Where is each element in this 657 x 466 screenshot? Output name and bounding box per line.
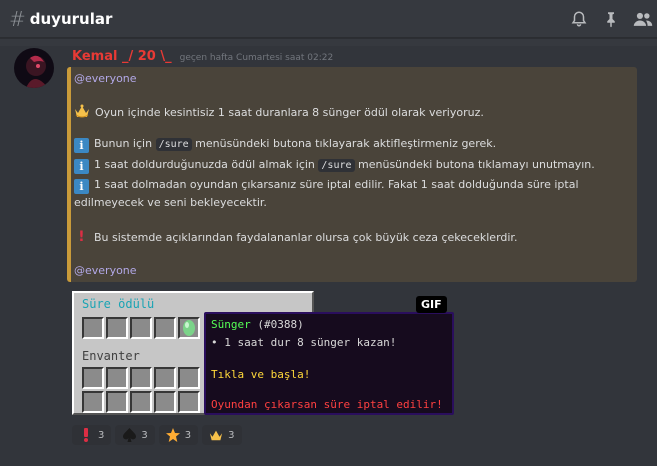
inventory-slot: [178, 367, 200, 389]
embed-line-2: i Bunun için /sure menüsündeki butona tık…: [74, 137, 496, 153]
tooltip-title: Sünger (#0388): [211, 318, 304, 331]
channel-name: duyurular: [29, 9, 113, 28]
embed-text-4: 1 saat dolmadan oyundan çıkarsanız süre …: [94, 178, 579, 191]
tooltip-line-1: • 1 saat dur 8 sünger kazan!: [211, 336, 397, 349]
reaction-star[interactable]: 3: [158, 425, 199, 445]
message-header: Kemal _/ 20 \_ geçen hafta Cumartesi saa…: [72, 49, 333, 64]
reaction-count: 3: [141, 429, 148, 441]
reactions-bar: 3 3 3 3: [72, 425, 242, 445]
username[interactable]: Kemal _/ 20 \_: [72, 49, 172, 64]
inventory-slot: [178, 317, 200, 339]
reaction-exclamation[interactable]: 3: [72, 425, 112, 445]
embed-line-5: edilmeyecek ve seni bekleyecektir.: [74, 196, 267, 209]
inventory-slot: [82, 317, 104, 339]
embed-text-2a: Bunun için: [94, 137, 156, 150]
embed-line-6: ! Bu sistemde açıklarından faydalananlar …: [74, 229, 517, 245]
members-icon[interactable]: [633, 9, 653, 29]
embed-text-3a: 1 saat doldurduğunuzda ödül almak için: [94, 158, 319, 171]
tooltip-item-name: Sünger: [211, 318, 251, 331]
embed-line-3: i1 saat doldurduğunuzda ödül almak için …: [74, 158, 595, 174]
pin-icon[interactable]: [601, 9, 621, 29]
embed-text-2b: menüsündeki butona tıklayarak aktifleşti…: [191, 137, 497, 150]
reaction-spade[interactable]: 3: [115, 425, 155, 445]
item-tooltip: Sünger (#0388) • 1 saat dur 8 sünger kaz…: [204, 312, 454, 415]
embed-text-6: Bu sistemde açıklarından faydalananlar o…: [94, 231, 518, 244]
info-icon: i: [74, 179, 89, 194]
exclamation-icon: !: [78, 229, 85, 245]
reaction-count: 3: [228, 429, 235, 441]
inventory-slot: [106, 367, 128, 389]
inventory-slot: [130, 367, 152, 389]
tooltip-line-2: Tıkla ve başla!: [211, 368, 311, 381]
inventory-slot: [178, 391, 200, 413]
avatar[interactable]: [14, 48, 54, 88]
spade-icon: [122, 428, 136, 442]
exclamation-icon: [79, 428, 93, 442]
info-icon: i: [74, 159, 89, 174]
embed-line-1: Oyun içinde kesintisiz 1 saat duranlara …: [74, 103, 484, 122]
inventory-slot: [82, 367, 104, 389]
header-toolbar: [569, 9, 653, 29]
gif-badge: GIF: [416, 296, 447, 313]
embed-text-1: Oyun içinde kesintisiz 1 saat duranlara …: [95, 106, 484, 119]
channel-hash-icon: #: [9, 6, 26, 31]
star-icon: [165, 428, 180, 442]
info-icon: i: [74, 138, 89, 153]
command-code: /sure: [155, 138, 192, 151]
tooltip-line-3: Oyundan çıkarsan süre iptal edilir!: [211, 398, 443, 411]
embed-line-4: i 1 saat dolmadan oyundan çıkarsanız süre…: [74, 178, 579, 194]
inventory-title: Süre ödülü: [82, 297, 155, 311]
reaction-crown[interactable]: 3: [202, 425, 242, 445]
timestamp: geçen hafta Cumartesi saat 02:22: [179, 53, 334, 63]
everyone-mention[interactable]: @everyone: [74, 264, 137, 277]
bell-icon[interactable]: [569, 9, 589, 29]
inventory-slot: [82, 391, 104, 413]
inventory-label: Envanter: [82, 349, 140, 363]
tooltip-item-id: (#0388): [257, 318, 304, 331]
gif-attachment[interactable]: Süre ödülü Envanter Sünger (#0388) • 1 s…: [72, 291, 454, 415]
crown-icon: [209, 428, 223, 442]
channel-header: # duyurular: [0, 0, 657, 38]
inventory-slot: [154, 391, 176, 413]
reaction-count: 3: [184, 429, 192, 441]
reaction-count: 3: [98, 429, 105, 441]
everyone-mention[interactable]: @everyone: [74, 72, 137, 85]
announcement-embed: @everyone Oyun içinde kesintisiz 1 saat …: [67, 67, 637, 282]
inventory-slot: [106, 317, 128, 339]
sponge-item-icon: [183, 320, 195, 336]
inventory-slot: [106, 391, 128, 413]
embed-text-3b: menüsündeki butona tıklamayı unutmayın.: [354, 158, 595, 171]
command-code: /sure: [318, 159, 355, 172]
crown-icon: [74, 103, 90, 122]
inventory-slot: [130, 317, 152, 339]
inventory-slot: [130, 391, 152, 413]
inventory-slot: [154, 317, 176, 339]
inventory-slot: [154, 367, 176, 389]
